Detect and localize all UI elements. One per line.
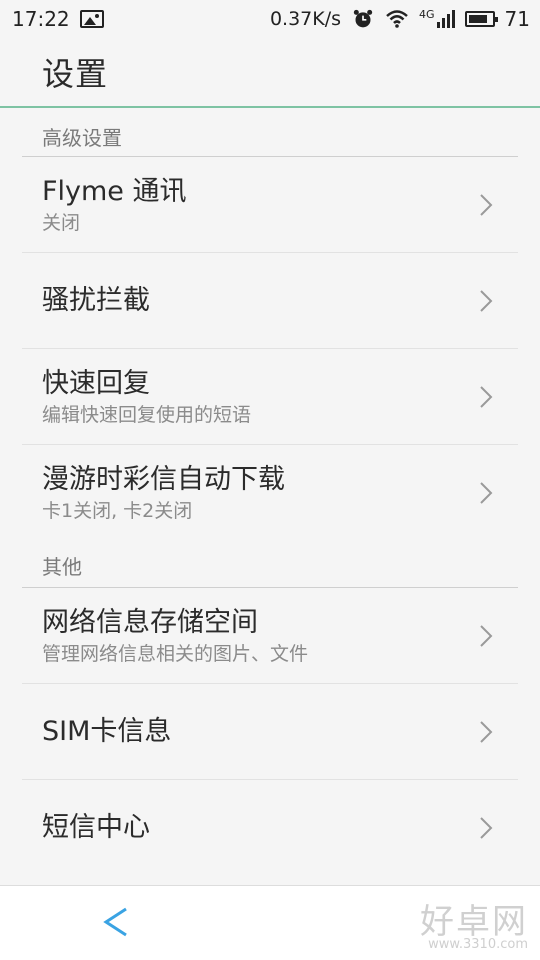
item-subtitle: 卡1关闭, 卡2关闭: [42, 500, 193, 522]
watermark: 好卓网 www.3310.com: [420, 894, 528, 952]
status-time: 17:22: [12, 7, 70, 31]
settings-item-roaming-mms-download[interactable]: 漫游时彩信自动下载 卡1关闭, 卡2关闭: [22, 445, 518, 541]
settings-item-harassment-block[interactable]: 骚扰拦截: [22, 253, 518, 349]
status-bar: 17:22 0.37K/s 4G 71: [0, 0, 540, 38]
signal-icon: 4G: [419, 8, 455, 28]
section-header-advanced: 高级设置: [42, 126, 122, 150]
settings-item-network-storage[interactable]: 网络信息存储空间 管理网络信息相关的图片、文件: [22, 588, 518, 684]
item-title: SIM卡信息: [42, 715, 172, 747]
wifi-icon: [386, 10, 408, 28]
item-title: 快速回复: [42, 367, 150, 399]
item-title: Flyme 通讯: [42, 175, 187, 207]
chevron-right-icon: [480, 624, 493, 647]
section-header-other: 其他: [42, 555, 82, 579]
item-subtitle: 关闭: [42, 211, 81, 234]
battery-icon: [464, 11, 498, 27]
network-type: 4G: [419, 8, 435, 21]
settings-item-quick-reply[interactable]: 快速回复 编辑快速回复使用的短语: [22, 349, 518, 445]
action-bar: 设置: [0, 38, 540, 108]
chevron-right-icon: [480, 193, 493, 216]
item-subtitle: 管理网络信息相关的图片、文件: [42, 642, 309, 665]
network-speed: 0.37K/s: [269, 8, 342, 30]
settings-item-sim-info[interactable]: SIM卡信息: [22, 684, 518, 780]
bottom-bar: 好卓网 www.3310.com: [0, 885, 540, 960]
settings-item-sms-center[interactable]: 短信中心: [22, 780, 518, 876]
item-title: 短信中心: [42, 812, 150, 843]
chevron-right-icon: [480, 385, 493, 408]
item-title: 漫游时彩信自动下载: [42, 464, 285, 495]
item-title: 骚扰拦截: [42, 284, 150, 316]
item-title: 网络信息存储空间: [42, 606, 258, 638]
back-arrow-icon[interactable]: [98, 904, 134, 940]
item-subtitle: 编辑快速回复使用的短语: [42, 403, 252, 426]
page-title: 设置: [42, 55, 109, 93]
battery-level: 71: [504, 7, 530, 31]
watermark-url: www.3310.com: [428, 937, 528, 952]
alarm-icon: [353, 9, 373, 28]
settings-item-flyme-messaging[interactable]: Flyme 通讯 关闭: [22, 157, 518, 253]
chevron-right-icon: [480, 817, 493, 839]
chevron-right-icon: [480, 720, 493, 743]
watermark-text: 好卓网: [420, 902, 528, 942]
chevron-right-icon: [480, 289, 493, 312]
image-icon: [79, 10, 104, 28]
chevron-right-icon: [480, 482, 493, 504]
